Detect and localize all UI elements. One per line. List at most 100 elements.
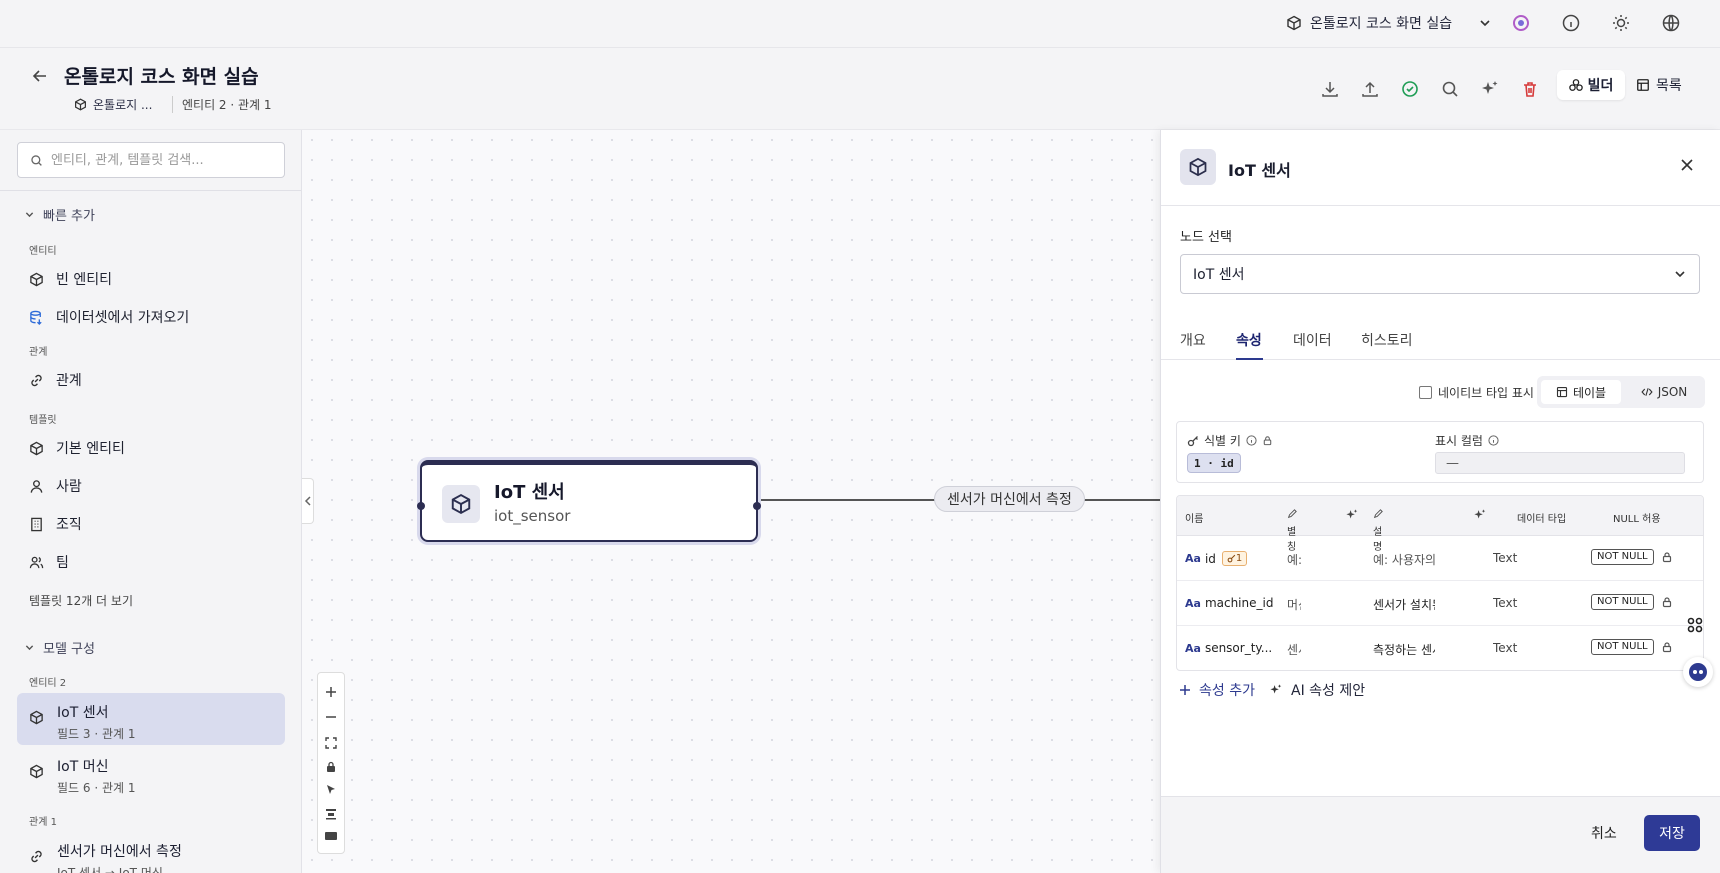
attr-desc[interactable]: 예: 사용자의 (1373, 551, 1435, 568)
save-button[interactable]: 저장 (1644, 815, 1700, 851)
pointer-icon[interactable] (325, 784, 337, 796)
key-settings: 식별 키 1 · id 표시 컬럼 — (1176, 421, 1704, 483)
entity-node-iot-sensor[interactable]: IoT 센서 iot_sensor (417, 460, 761, 542)
tab-data[interactable]: 데이터 (1293, 330, 1332, 350)
sun-icon[interactable] (1611, 13, 1633, 35)
more-templates-link[interactable]: 템플릿 12개 더 보기 (29, 592, 133, 609)
detail-panel: IoT 센서 노드 선택 IoT 센서 개요 속성 데이터 히스토리 네이티브 … (1160, 130, 1720, 873)
graph-canvas[interactable]: 센서가 머신에서 측정 IoT 센서 iot_sensor (302, 130, 1160, 873)
cancel-button[interactable]: 취소 (1591, 823, 1617, 843)
project-selector[interactable]: 온톨로지 코스 화면 실습 (1286, 13, 1492, 33)
align-icon[interactable] (325, 808, 337, 820)
breadcrumb[interactable]: 온톨로지 ... (74, 96, 152, 113)
tab-attributes[interactable]: 속성 (1236, 330, 1262, 350)
back-arrow-icon[interactable] (30, 66, 52, 88)
tab-overview[interactable]: 개요 (1180, 330, 1206, 350)
template-person[interactable]: 사람 (29, 476, 82, 496)
attr-desc[interactable]: 측정하는 센서 (1373, 641, 1435, 658)
upload-icon[interactable] (1360, 79, 1380, 99)
chat-assistant-icon[interactable] (1683, 657, 1713, 687)
table-row[interactable]: Aa machine_id 머신 센서가 설치된 Text NOT NULL (1177, 581, 1703, 626)
globe-icon[interactable] (1661, 13, 1683, 35)
node-select-dropdown[interactable]: IoT 센서 (1180, 254, 1700, 294)
edge-label[interactable]: 센서가 머신에서 측정 (934, 486, 1085, 512)
quick-add-empty-entity[interactable]: 빈 엔티티 (29, 269, 112, 289)
view-json-button[interactable]: JSON (1629, 380, 1699, 404)
col-header-alias[interactable]: 별칭 (1287, 509, 1297, 553)
help-icon[interactable] (1488, 435, 1499, 446)
model-header[interactable]: 모델 구성 (24, 638, 95, 657)
lock-icon[interactable] (1661, 641, 1675, 653)
node-title: IoT 센서 (494, 482, 565, 503)
entity-name: IoT 센서 (57, 705, 109, 721)
view-table-button[interactable]: 테이블 (1541, 380, 1621, 404)
sparkle-icon[interactable] (1473, 508, 1487, 522)
template-basic-entity[interactable]: 기본 엔티티 (29, 438, 125, 458)
sidebar-search[interactable] (17, 142, 285, 178)
col-header-desc[interactable]: 설명 (1373, 509, 1383, 553)
zoom-out-icon[interactable] (324, 710, 338, 724)
attr-alias[interactable]: 머신 (1287, 596, 1301, 613)
table-row[interactable]: Aa id 1 예: 예: 사용자의 Text NOT NULL (1177, 536, 1703, 581)
lock-icon[interactable] (1661, 551, 1675, 563)
node-handle-right[interactable] (753, 502, 761, 510)
quick-add-relation[interactable]: 관계 (29, 370, 82, 390)
table-row[interactable]: Aa sensor_ty... 센서 측정하는 센서 Text NOT NULL (1177, 626, 1703, 670)
collapse-sidebar-button[interactable] (302, 478, 314, 524)
list-button[interactable]: 목록 (1636, 70, 1690, 100)
fit-view-icon[interactable] (324, 736, 338, 750)
zoom-in-icon[interactable] (324, 685, 338, 699)
node-handle-left[interactable] (417, 502, 425, 510)
close-icon[interactable] (1679, 157, 1695, 173)
template-team[interactable]: 팀 (29, 552, 69, 572)
item-label: 관계 (56, 373, 82, 389)
active-tab-indicator (1236, 358, 1263, 360)
null-badge[interactable]: NOT NULL (1591, 639, 1654, 655)
info-icon[interactable] (1561, 13, 1583, 35)
lock-icon[interactable] (1661, 596, 1675, 608)
attr-type[interactable]: Text (1493, 551, 1543, 565)
ai-assistant-icon[interactable] (1511, 13, 1533, 35)
attr-alias[interactable]: 센서 (1287, 641, 1301, 658)
search-icon (31, 154, 42, 166)
attr-alias[interactable]: 예: (1287, 551, 1301, 568)
attr-type[interactable]: Text (1493, 641, 1543, 655)
add-attribute-button[interactable]: 속성 추가 (1179, 680, 1255, 700)
attr-type[interactable]: Text (1493, 596, 1543, 610)
quick-add-from-dataset[interactable]: 데이터셋에서 가져오기 (29, 307, 189, 327)
display-column-select[interactable]: — (1435, 452, 1685, 474)
node-select-label: 노드 선택 (1180, 230, 1232, 245)
identifier-key-badge[interactable]: 1 · id (1187, 453, 1241, 473)
plus-icon (1180, 685, 1190, 695)
sparkle-icon[interactable] (1345, 508, 1359, 522)
model-entity-iot-machine[interactable]: IoT 머신 필드 6 · 관계 1 (17, 747, 285, 799)
validate-check-icon[interactable] (1400, 79, 1420, 99)
ai-suggest-button[interactable]: AI 속성 제안 (1269, 680, 1365, 700)
tab-history[interactable]: 히스토리 (1361, 330, 1413, 350)
checkbox[interactable] (1419, 386, 1432, 399)
download-icon[interactable] (1320, 79, 1340, 99)
null-badge[interactable]: NOT NULL (1591, 549, 1654, 565)
null-badge[interactable]: NOT NULL (1591, 594, 1654, 610)
search-icon[interactable] (1440, 79, 1460, 99)
quick-add-header[interactable]: 빠른 추가 (24, 205, 95, 224)
display-column-label: 표시 컬럼 (1435, 432, 1499, 449)
trash-icon[interactable] (1520, 79, 1540, 99)
item-label: 팀 (56, 555, 69, 571)
table-header: 이름 별칭 설명 데이터 타입 NULL 허용 (1177, 496, 1703, 553)
builder-button[interactable]: 빌더 (1557, 70, 1625, 100)
template-organization[interactable]: 조직 (29, 514, 82, 534)
lock-icon[interactable] (325, 761, 337, 773)
sparkle-icon[interactable] (1480, 79, 1500, 99)
search-input[interactable] (51, 152, 271, 168)
minimap-icon[interactable] (324, 831, 338, 841)
attr-desc[interactable]: 센서가 설치된 (1373, 596, 1435, 613)
sidebar: 빠른 추가 엔티티 빈 엔티티 데이터셋에서 가져오기 관계 관계 템플릿 기본… (0, 130, 302, 873)
panel-footer: 취소 저장 (1161, 796, 1720, 873)
model-entity-iot-sensor[interactable]: IoT 센서 필드 3 · 관계 1 (17, 693, 285, 745)
apps-grid-icon[interactable] (1686, 616, 1708, 638)
native-type-toggle[interactable]: 네이티브 타입 표시 (1419, 384, 1534, 401)
help-icon[interactable] (1246, 435, 1257, 446)
model-relation[interactable]: 센서가 머신에서 측정 IoT 센서 → IoT 머신 (17, 832, 285, 873)
add-attribute-label: 속성 추가 (1199, 683, 1255, 699)
